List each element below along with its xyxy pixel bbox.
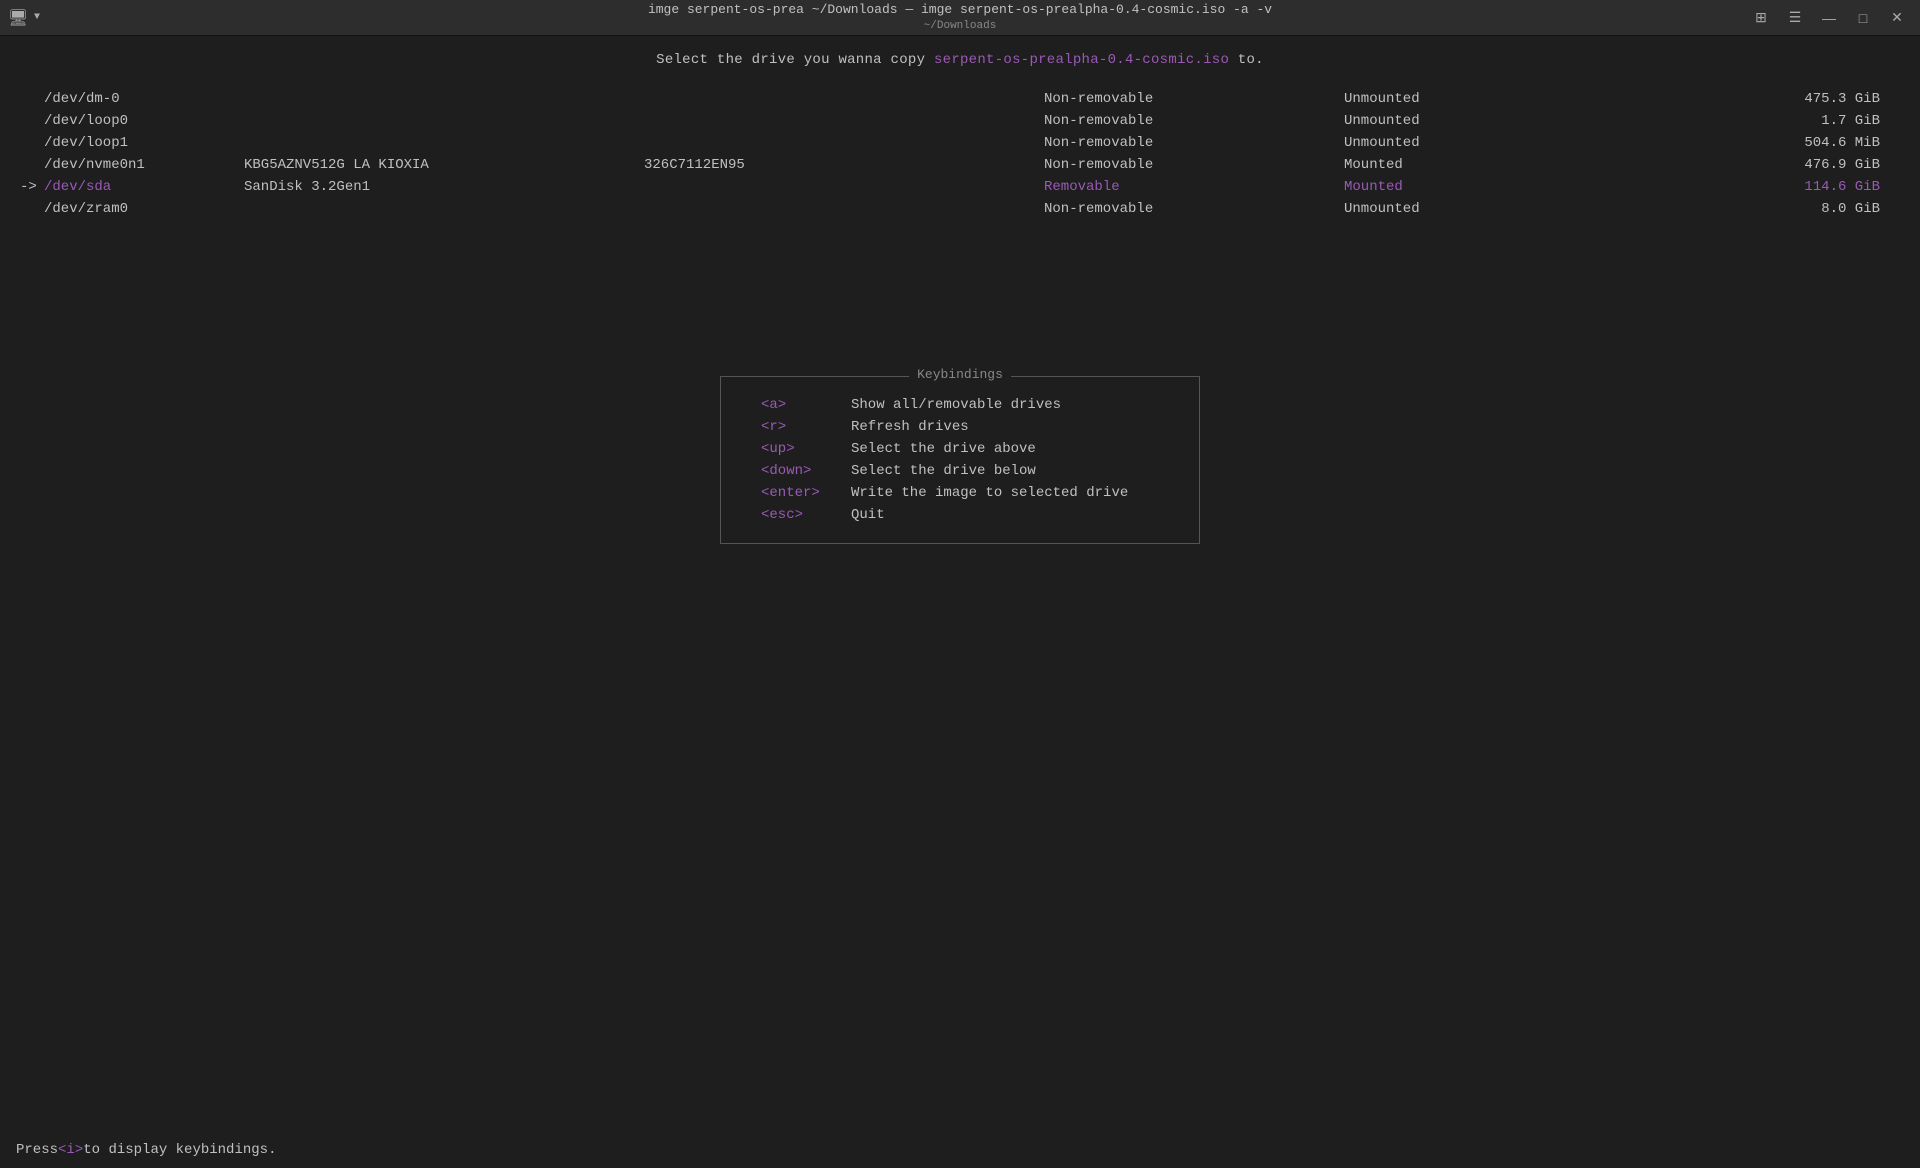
titlebar-controls: ⊞ ☰ — □ ✕ xyxy=(1746,4,1912,32)
main-content: Select the drive you wanna copy serpent-… xyxy=(0,36,1920,220)
drive-removable: Non-removable xyxy=(1044,113,1344,129)
titlebar-dropdown[interactable]: ▼ xyxy=(34,12,40,23)
instruction-suffix: to. xyxy=(1229,52,1264,68)
drive-size: 476.9 GiB xyxy=(1544,157,1900,173)
iso-filename: serpent-os-prealpha-0.4-cosmic.iso xyxy=(934,52,1229,68)
drive-row[interactable]: /dev/loop1 Non-removableUnmounted504.6 Mi… xyxy=(0,132,1920,154)
menu-button[interactable]: ☰ xyxy=(1780,4,1810,32)
drive-mount: Unmounted xyxy=(1344,201,1544,217)
drive-mount: Unmounted xyxy=(1344,135,1544,151)
keybinding-row: <up>Select the drive above xyxy=(761,441,1159,457)
titlebar-title: imge serpent-os-prea ~/Downloads — imge … xyxy=(648,2,1272,19)
keybinding-description: Select the drive above xyxy=(851,441,1036,457)
statusbar: Press <i> to display keybindings. xyxy=(0,1132,1920,1168)
keybinding-key: <r> xyxy=(761,419,851,435)
keybinding-key: <enter> xyxy=(761,485,851,501)
drive-device: /dev/dm-0 xyxy=(44,91,244,107)
grid-button[interactable]: ⊞ xyxy=(1746,4,1776,32)
keybinding-key: <esc> xyxy=(761,507,851,523)
drive-size: 1.7 GiB xyxy=(1544,113,1900,129)
keybinding-row: <down>Select the drive below xyxy=(761,463,1159,479)
drive-mount: Mounted xyxy=(1344,179,1544,195)
close-button[interactable]: ✕ xyxy=(1882,4,1912,32)
drive-row[interactable]: /dev/nvme0n1KBG5AZNV512G LA KIOXIA326C71… xyxy=(0,154,1920,176)
app-icon: 🖥 xyxy=(8,8,28,28)
status-suffix: to display keybindings. xyxy=(83,1142,276,1158)
drive-serial: 326C7112EN95 xyxy=(644,157,1044,173)
titlebar-center: imge serpent-os-prea ~/Downloads — imge … xyxy=(648,2,1272,33)
status-prefix: Press xyxy=(16,1142,58,1158)
keybinding-description: Write the image to selected drive xyxy=(851,485,1128,501)
drive-removable: Removable xyxy=(1044,179,1344,195)
drive-arrow: -> xyxy=(20,179,44,195)
drive-removable: Non-removable xyxy=(1044,201,1344,217)
maximize-button[interactable]: □ xyxy=(1848,4,1878,32)
minimize-button[interactable]: — xyxy=(1814,4,1844,32)
drive-size: 114.6 GiB xyxy=(1544,179,1900,195)
keybinding-row: <esc>Quit xyxy=(761,507,1159,523)
drive-size: 475.3 GiB xyxy=(1544,91,1900,107)
drive-row[interactable]: /dev/loop0 Non-removableUnmounted1.7 GiB xyxy=(0,110,1920,132)
keybinding-row: <a>Show all/removable drives xyxy=(761,397,1159,413)
keybinding-description: Refresh drives xyxy=(851,419,969,435)
status-key: <i> xyxy=(58,1142,83,1158)
keybinding-description: Select the drive below xyxy=(851,463,1036,479)
keybinding-description: Quit xyxy=(851,507,885,523)
keybinding-description: Show all/removable drives xyxy=(851,397,1061,413)
drive-size: 8.0 GiB xyxy=(1544,201,1900,217)
keybindings-title: Keybindings xyxy=(909,367,1011,382)
drive-row[interactable]: /dev/dm-0 Non-removableUnmounted475.3 GiB xyxy=(0,88,1920,110)
drive-model: KBG5AZNV512G LA KIOXIA xyxy=(244,157,644,173)
drive-device: /dev/sda xyxy=(44,179,244,195)
drive-removable: Non-removable xyxy=(1044,157,1344,173)
titlebar: 🖥 ▼ imge serpent-os-prea ~/Downloads — i… xyxy=(0,0,1920,36)
drive-row[interactable]: ->/dev/sdaSanDisk 3.2Gen1 RemovableMounte… xyxy=(0,176,1920,198)
drive-mount: Unmounted xyxy=(1344,113,1544,129)
keybinding-row: <r>Refresh drives xyxy=(761,419,1159,435)
titlebar-left: 🖥 ▼ xyxy=(8,8,40,28)
drive-device: /dev/zram0 xyxy=(44,201,244,217)
drive-model: SanDisk 3.2Gen1 xyxy=(244,179,644,195)
titlebar-subtitle: ~/Downloads xyxy=(648,19,1272,33)
drive-list: /dev/dm-0Non-removableUnmounted475.3 GiB… xyxy=(0,88,1920,220)
drive-device: /dev/loop1 xyxy=(44,135,244,151)
keybindings-panel: Keybindings <a>Show all/removable drives… xyxy=(720,376,1200,544)
keybinding-row: <enter>Write the image to selected drive xyxy=(761,485,1159,501)
drive-row[interactable]: /dev/zram0 Non-removableUnmounted8.0 GiB xyxy=(0,198,1920,220)
drive-device: /dev/loop0 xyxy=(44,113,244,129)
instruction-line: Select the drive you wanna copy serpent-… xyxy=(0,52,1920,68)
drive-mount: Unmounted xyxy=(1344,91,1544,107)
keybinding-key: <up> xyxy=(761,441,851,457)
keybinding-key: <down> xyxy=(761,463,851,479)
keybinding-key: <a> xyxy=(761,397,851,413)
instruction-prefix: Select the drive you wanna copy xyxy=(656,52,934,68)
keybindings-content: <a>Show all/removable drives<r>Refresh d… xyxy=(721,377,1199,543)
drive-removable: Non-removable xyxy=(1044,91,1344,107)
drive-removable: Non-removable xyxy=(1044,135,1344,151)
drive-mount: Mounted xyxy=(1344,157,1544,173)
drive-device: /dev/nvme0n1 xyxy=(44,157,244,173)
drive-size: 504.6 MiB xyxy=(1544,135,1900,151)
